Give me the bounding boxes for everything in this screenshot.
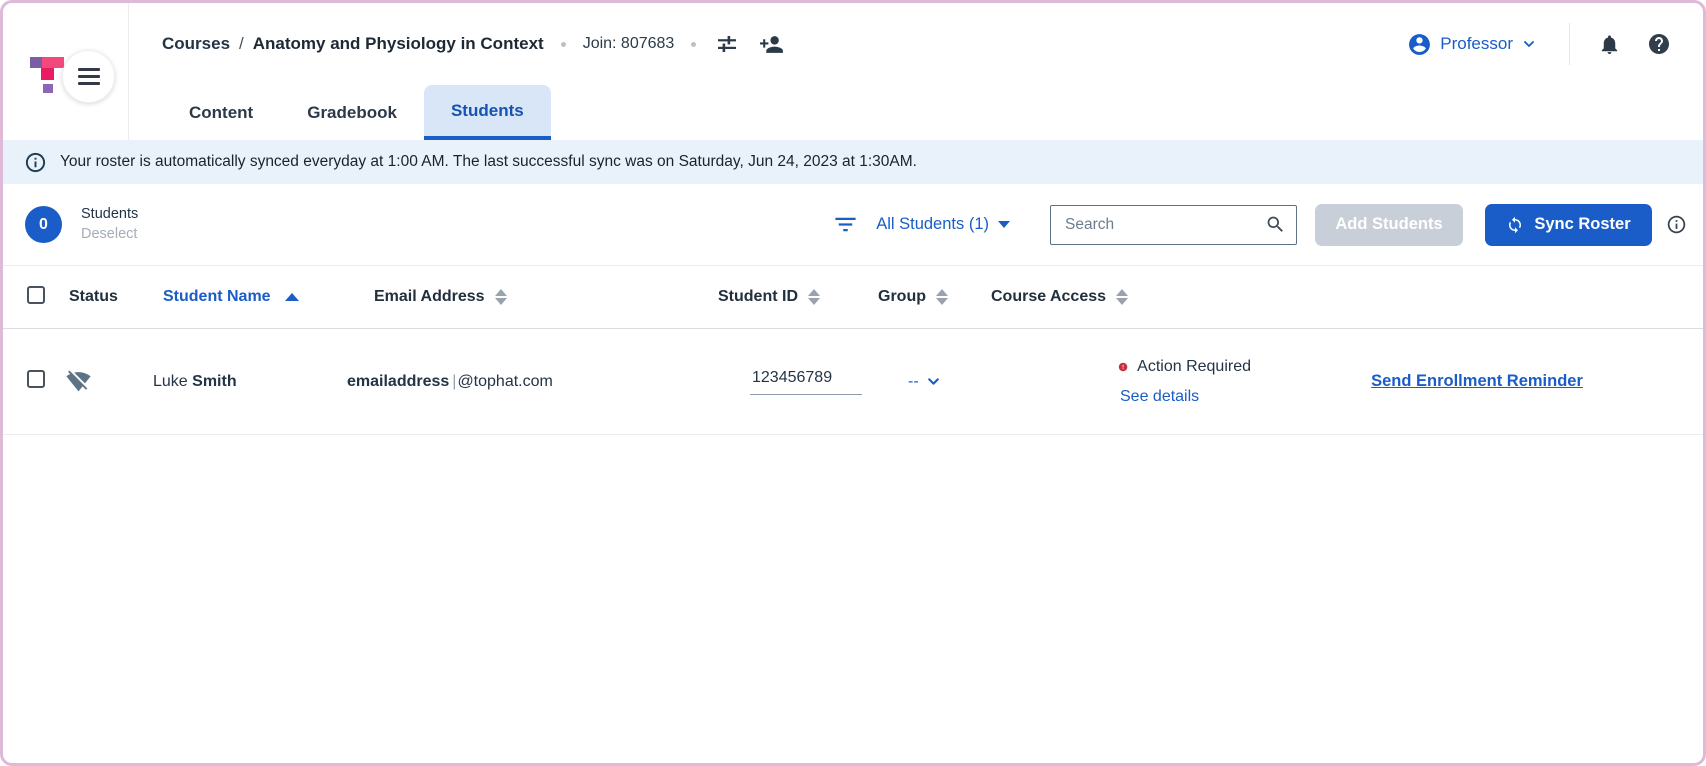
send-enrollment-reminder-link[interactable]: Send Enrollment Reminder [1371,372,1583,390]
search-input[interactable] [1063,215,1265,235]
email-cell[interactable]: emailaddress|@tophat.com [347,373,718,391]
tophat-logo[interactable] [30,57,66,93]
row-action-cell: Send Enrollment Reminder [1251,372,1703,391]
info-icon [24,151,47,174]
dot-separator [561,42,566,47]
group-dropdown[interactable]: -- [908,373,942,391]
sort-icon [936,289,948,305]
caret-down-icon [998,221,1010,228]
add-students-button[interactable]: Add Students [1315,204,1463,246]
app-header: Courses / Anatomy and Physiology in Cont… [3,3,1703,140]
roster-sync-message: Your roster is automatically synced ever… [60,153,917,171]
sort-asc-icon [285,293,299,301]
filter-button[interactable] [832,211,859,238]
student-filter-dropdown[interactable]: All Students (1) [876,215,1010,234]
column-header-email[interactable]: Email Address [374,288,718,306]
column-header-student-name[interactable]: Student Name [163,288,374,306]
header-main: Courses / Anatomy and Physiology in Cont… [129,3,1703,140]
selection-labels: Students Deselect [81,206,138,244]
app-window: Courses / Anatomy and Physiology in Cont… [0,0,1706,766]
email-domain: @tophat.com [457,373,552,390]
course-access-cell: Action Required See details [1118,357,1251,406]
column-header-student-id[interactable]: Student ID [718,288,878,306]
column-header-status[interactable]: Status [69,288,163,306]
student-id-input[interactable] [750,369,862,395]
tab-content[interactable]: Content [162,85,280,140]
header-right-group: Professor [1407,23,1671,65]
sort-icon [1116,289,1128,305]
student-id-cell [718,369,878,395]
avatar-icon [1407,32,1432,57]
sync-roster-button[interactable]: Sync Roster [1485,204,1652,246]
info-icon [1666,214,1687,235]
breadcrumb-separator: / [239,34,244,54]
header-divider [1569,23,1570,65]
breadcrumb-courses-link[interactable]: Courses [162,34,230,54]
status-cell [66,369,163,394]
select-all-checkbox[interactable] [27,286,45,304]
email-local-part: emailaddress [347,373,449,390]
tab-gradebook[interactable]: Gradebook [280,85,424,140]
hamburger-menu-button[interactable] [62,50,115,103]
chevron-down-icon [925,373,942,390]
header-top-row: Courses / Anatomy and Physiology in Cont… [129,3,1703,85]
search-box[interactable] [1050,205,1297,245]
help-icon [1647,32,1671,56]
select-all-cell [27,286,69,309]
sync-roster-label: Sync Roster [1534,215,1630,234]
course-settings-button[interactable] [715,32,739,56]
row-select-cell [27,370,69,393]
logo-rail [3,3,129,140]
row-checkbox[interactable] [27,370,45,388]
roster-info-button[interactable] [1666,214,1687,235]
sync-icon [1506,216,1524,234]
student-name-cell: Luke Smith [153,373,374,391]
user-menu[interactable]: Professor [1407,32,1537,57]
notifications-button[interactable] [1598,33,1621,56]
user-menu-label: Professor [1440,34,1513,54]
offline-status-icon [66,369,91,394]
students-table-header: Status Student Name Email Address Studen… [3,266,1703,329]
sort-icon [808,289,820,305]
text-cursor: | [452,373,456,390]
access-status-label: Action Required [1137,358,1251,376]
breadcrumb: Courses / Anatomy and Physiology in Cont… [162,34,544,54]
search-icon [1265,214,1286,235]
student-first-name: Luke [153,373,188,390]
students-toolbar: 0 Students Deselect All Students (1) A [3,184,1703,266]
tab-students[interactable]: Students [424,85,551,140]
table-row: Luke Smith emailaddress|@tophat.com -- A… [3,329,1703,435]
sort-icon [495,289,507,305]
dot-separator [691,42,696,47]
alert-icon [1118,357,1128,377]
course-tabs: Content Gradebook Students [129,85,1703,140]
column-header-course-access[interactable]: Course Access [991,288,1251,306]
see-details-link[interactable]: See details [1120,388,1199,406]
selected-count-badge: 0 [25,206,62,243]
student-filter-label: All Students (1) [876,215,989,234]
sliders-icon [715,32,739,56]
invite-students-button[interactable] [759,32,784,57]
person-add-icon [759,32,784,57]
deselect-button[interactable]: Deselect [81,226,138,243]
students-count-label: Students [81,206,138,223]
page-title: Anatomy and Physiology in Context [253,34,544,54]
column-header-group[interactable]: Group [878,288,991,306]
bell-icon [1598,33,1621,56]
group-cell: -- [878,373,991,391]
group-value: -- [908,373,919,391]
join-code: Join: 807683 [583,35,675,53]
roster-sync-banner: Your roster is automatically synced ever… [3,140,1703,184]
chevron-down-icon [1521,36,1537,52]
help-button[interactable] [1647,32,1671,56]
hamburger-icon [78,68,100,85]
filter-icon [832,211,859,238]
access-status: Action Required [1118,357,1251,377]
toolbar-right-group: All Students (1) Add Students Sync Roste… [832,204,1687,246]
student-last-name: Smith [192,373,236,390]
